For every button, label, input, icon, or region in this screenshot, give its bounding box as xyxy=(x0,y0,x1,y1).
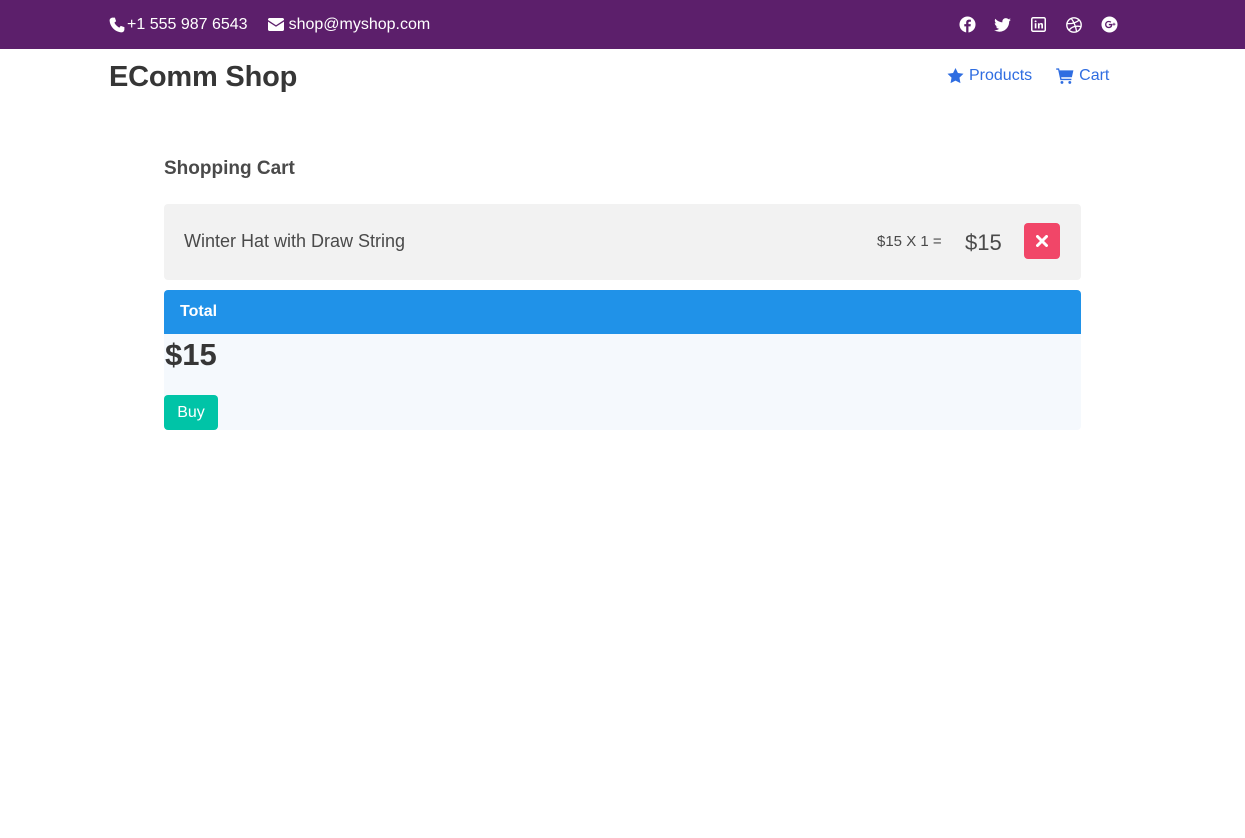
envelope-icon xyxy=(267,18,284,31)
google-plus-icon[interactable] xyxy=(1100,16,1118,34)
total-header: Total xyxy=(164,290,1081,334)
phone-number: +1 555 987 6543 xyxy=(127,15,248,33)
email-contact[interactable]: shop@myshop.com xyxy=(267,15,431,34)
item-price-quantity: $15 X 1 = xyxy=(877,233,942,250)
navbar: EComm Shop Products Cart xyxy=(0,49,1245,107)
social-links xyxy=(958,0,1136,49)
nav-link-products[interactable]: Products xyxy=(947,67,1032,85)
shopping-cart-icon xyxy=(1056,68,1079,84)
star-icon xyxy=(947,68,969,84)
item-subtotal: $15 xyxy=(965,230,1002,255)
cart-item: Winter Hat with Draw String $15 X 1 = $1… xyxy=(164,204,1081,280)
email-address: shop@myshop.com xyxy=(288,15,431,33)
cart-section: Shopping Cart Winter Hat with Draw Strin… xyxy=(164,156,1081,430)
dribbble-icon[interactable] xyxy=(1065,16,1083,34)
nav-links: Products Cart xyxy=(947,67,1109,85)
nav-link-label: Products xyxy=(969,67,1033,84)
total-amount: $15 xyxy=(165,337,217,372)
remove-item-button[interactable] xyxy=(1024,223,1060,259)
page-title: Shopping Cart xyxy=(164,158,295,179)
brand-logo[interactable]: EComm Shop xyxy=(109,61,297,94)
buy-button[interactable]: Buy xyxy=(164,395,218,430)
top-bar: +1 555 987 6543 shop@myshop.com xyxy=(0,0,1245,49)
twitter-icon[interactable] xyxy=(994,16,1012,34)
facebook-icon[interactable] xyxy=(958,16,976,34)
linkedin-icon[interactable] xyxy=(1029,16,1047,34)
phone-icon xyxy=(109,17,125,33)
nav-link-label: Cart xyxy=(1079,67,1110,84)
close-icon xyxy=(1036,235,1048,247)
contact-info: +1 555 987 6543 shop@myshop.com xyxy=(109,0,430,49)
item-name: Winter Hat with Draw String xyxy=(184,231,406,251)
phone-contact[interactable]: +1 555 987 6543 xyxy=(109,16,248,34)
total-panel: Total $15 Buy xyxy=(164,290,1081,430)
nav-link-cart[interactable]: Cart xyxy=(1056,67,1109,85)
